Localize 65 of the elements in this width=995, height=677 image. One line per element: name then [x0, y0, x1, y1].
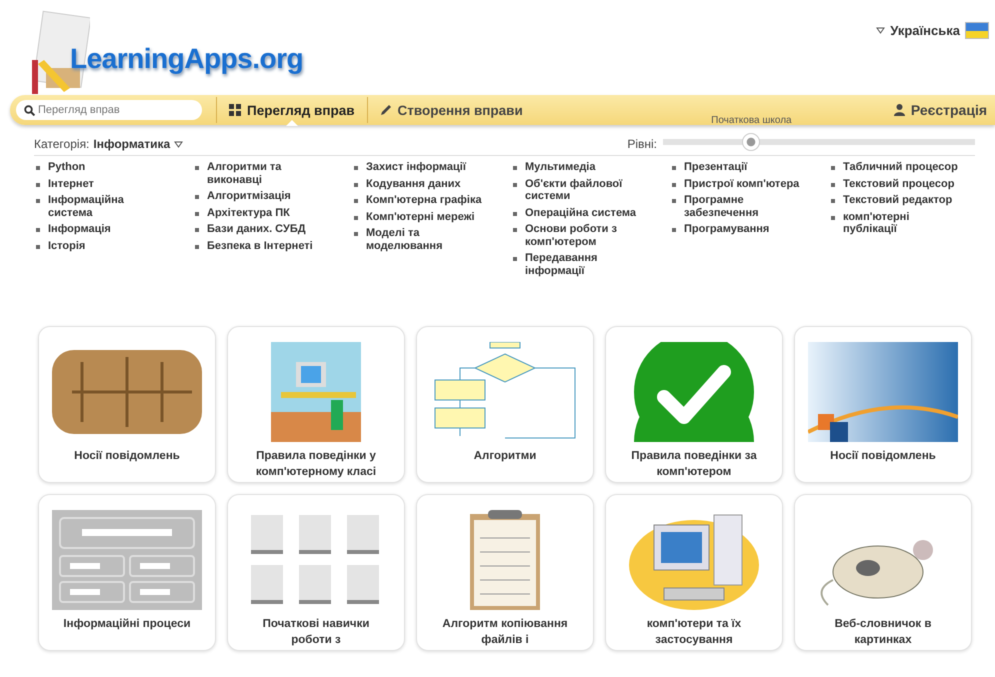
topic-link[interactable]: Текстовий редактор	[843, 194, 963, 206]
topic-link[interactable]: Програмування	[684, 223, 804, 236]
exercise-card[interactable]: Алгоритми	[416, 326, 594, 483]
topic-link[interactable]: Презентації	[684, 161, 804, 174]
nav-tab[interactable]: Перегляд вправ	[217, 95, 367, 125]
exercise-card[interactable]: Правила поведінки за комп'ютером	[605, 326, 783, 483]
topic-link[interactable]: Моделі та моделювання	[366, 227, 486, 252]
dropdown-caret-icon	[876, 27, 886, 34]
topic-link[interactable]: Табличний процесор	[843, 161, 963, 174]
search-field[interactable]: Перегляд вправ	[16, 100, 202, 120]
topic-link[interactable]: Комп'ютерні мережі	[366, 210, 486, 223]
card-title: Носії повідомлень	[73, 449, 181, 464]
language-selector[interactable]: Українська	[890, 23, 960, 38]
topic-link[interactable]: Інформація	[48, 223, 168, 236]
exercise-card[interactable]: Веб-словничок в картинках	[794, 494, 972, 651]
card-title: Початкові навички роботи з	[262, 617, 370, 648]
category-label: Категорія:	[34, 137, 90, 151]
topic-link[interactable]: Захист інформації	[366, 161, 486, 174]
card-title: Алгоритми	[472, 449, 538, 464]
logo-text[interactable]: LearningApps.org	[70, 43, 304, 75]
dropdown-caret-icon	[174, 140, 184, 148]
topic-link[interactable]: Основи роботи з комп'ютером	[525, 223, 645, 248]
card-title: Інформаційні процеси	[62, 617, 192, 632]
card-title: Алгоритм копіювання файлів і	[441, 617, 569, 648]
topic-link[interactable]: Архітектура ПК	[207, 206, 327, 219]
exercise-card[interactable]: Носії повідомлень	[38, 326, 216, 483]
topic-link[interactable]: Операційна система	[525, 206, 645, 219]
topic-link[interactable]: Текстовий процесор	[843, 178, 963, 190]
card-title: Правила поведінки за комп'ютером	[630, 449, 758, 480]
flag-icon	[965, 22, 989, 39]
topic-link[interactable]: Безпека в Інтернеті	[207, 240, 327, 252]
topic-link[interactable]: Бази даних. СУБД	[207, 223, 327, 236]
card-title: Правила поведінки у комп'ютерному класі	[254, 449, 378, 480]
level-slider-thumb[interactable]	[742, 133, 760, 151]
exercise-card[interactable]: комп'ютери та їх застосування	[605, 494, 783, 651]
exercise-card[interactable]: Правила поведінки у комп'ютерному класі	[227, 326, 405, 483]
topic-link[interactable]: Програмне забезпечення	[684, 194, 804, 219]
levels-label: Рівні:	[627, 137, 657, 151]
category-selector[interactable]: Інформатика	[93, 137, 170, 151]
register-link[interactable]: Реєстрація	[910, 102, 987, 118]
topic-link[interactable]: Кодування даних	[366, 178, 486, 190]
topic-link[interactable]: комп'ютерні публікації	[843, 210, 963, 236]
exercise-card[interactable]: Початкові навички роботи з	[227, 494, 405, 651]
topic-link[interactable]: Інформаційна система	[48, 194, 168, 219]
card-title: Веб-словничок в картинках	[834, 617, 932, 648]
topic-link[interactable]: Алгоритми та виконавці	[207, 161, 327, 186]
user-icon	[894, 104, 905, 116]
topic-link[interactable]: Python	[48, 161, 168, 174]
topic-link[interactable]: Передавання інформації	[525, 252, 645, 277]
card-title: комп'ютери та їх застосування	[646, 617, 742, 648]
card-title: Носії повідомлень	[829, 449, 937, 464]
topic-link[interactable]: Об'єкти файлової системи	[525, 178, 645, 202]
exercise-card[interactable]: Носії повідомлень	[794, 326, 972, 483]
nav-tab[interactable]: Створення вправи	[368, 95, 535, 125]
topic-link[interactable]: Історія	[48, 240, 168, 252]
topic-link[interactable]: Алгоритмізація	[207, 190, 327, 202]
exercise-card[interactable]: Інформаційні процеси	[38, 494, 216, 651]
topic-link[interactable]: Пристрої комп'ютера	[684, 178, 804, 190]
topic-link[interactable]: Інтернет	[48, 178, 168, 190]
grid-icon	[229, 104, 241, 116]
topic-link[interactable]: Комп'ютерна графіка	[366, 194, 486, 206]
exercise-card[interactable]: Алгоритм копіювання файлів і	[416, 494, 594, 651]
pencil-icon	[380, 104, 392, 116]
topic-link[interactable]: Мультимедіа	[525, 161, 645, 174]
level-caption: Початкова школа	[711, 115, 792, 126]
